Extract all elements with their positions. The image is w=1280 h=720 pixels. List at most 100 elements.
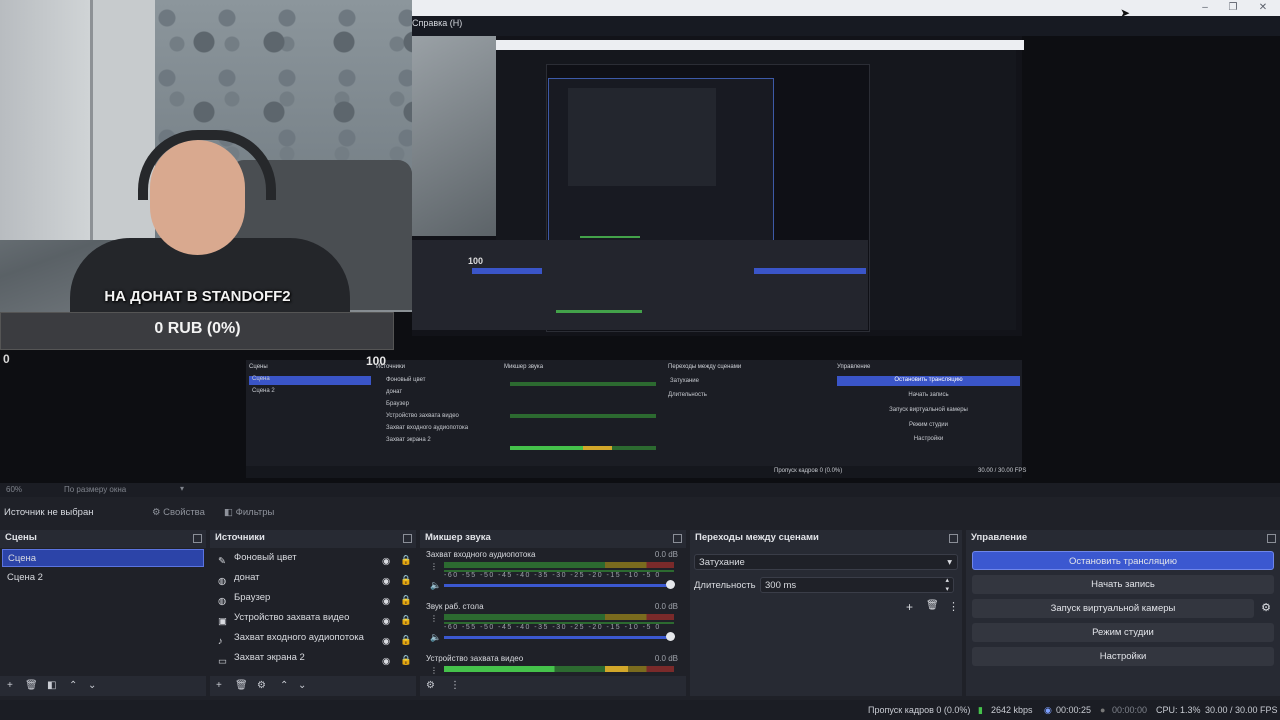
properties-button[interactable]: ⚙ Свойства bbox=[148, 505, 210, 520]
add-icon[interactable]: + bbox=[7, 680, 13, 691]
volume-slider[interactable] bbox=[444, 584, 674, 587]
scenes-toolbar: + 🗑 ◧ ⌃ ⌄ bbox=[0, 676, 206, 696]
dock-float-icon[interactable] bbox=[193, 534, 202, 543]
controls-dock: Управление Остановить трансляцию Начать … bbox=[966, 530, 1280, 696]
chevron-down-icon[interactable]: ⌄ bbox=[88, 680, 96, 691]
filters-button[interactable]: ◧ Фильтры bbox=[220, 505, 282, 520]
virtual-camera-button[interactable]: Запуск виртуальной камеры bbox=[972, 599, 1254, 618]
more-icon[interactable]: ⋮ bbox=[430, 666, 438, 675]
trash-icon[interactable]: 🗑 bbox=[926, 600, 939, 611]
record-icon: ● bbox=[1100, 705, 1106, 715]
eye-icon[interactable]: ◉ bbox=[382, 653, 391, 667]
chevron-down-icon: ▾ bbox=[947, 557, 952, 568]
nested-source-4: Устройство захвата видео bbox=[386, 413, 459, 419]
filter-icon[interactable]: ◧ bbox=[47, 680, 56, 691]
transitions-dock: Переходы между сценами Затухание ▾ Длите… bbox=[690, 530, 962, 696]
gear-icon[interactable]: ⚙ bbox=[1258, 599, 1274, 618]
volume-slider[interactable] bbox=[444, 636, 674, 639]
more-icon[interactable]: ⋮ bbox=[430, 614, 438, 623]
trash-icon[interactable]: 🗑 bbox=[235, 680, 248, 691]
channel-name: Звук раб. стола bbox=[426, 602, 484, 611]
nested-counter-small: 100 bbox=[468, 256, 484, 266]
source-row[interactable]: ✎ Фоновый цвет ◉ 🔒 bbox=[214, 549, 412, 567]
source-row[interactable]: ▣ Устройство захвата видео ◉ 🔒 bbox=[214, 609, 412, 627]
chevron-down-icon[interactable]: ▾ bbox=[180, 484, 184, 493]
add-icon[interactable]: + bbox=[906, 600, 913, 614]
dock-float-icon[interactable] bbox=[673, 534, 682, 543]
properties-label: Свойства bbox=[163, 507, 205, 518]
scene-item-scene[interactable]: Сцена bbox=[2, 549, 204, 567]
eye-icon[interactable]: ◉ bbox=[382, 633, 391, 647]
nested-titlebar bbox=[496, 40, 1024, 50]
gear-icon[interactable]: ⚙ bbox=[257, 680, 266, 691]
dock-float-icon[interactable] bbox=[403, 534, 412, 543]
nested-sources-title: Источники bbox=[376, 364, 405, 370]
lock-icon[interactable]: 🔒 bbox=[400, 632, 412, 646]
stop-stream-button[interactable]: Остановить трансляцию bbox=[972, 551, 1274, 570]
transition-select[interactable]: Затухание ▾ bbox=[694, 554, 958, 570]
eye-icon[interactable]: ◉ bbox=[382, 573, 391, 587]
volume-slider-handle[interactable] bbox=[666, 580, 675, 589]
preview-fit-mode[interactable]: По размеру окна bbox=[64, 485, 126, 494]
spinner-icon[interactable]: ▴ ▾ bbox=[945, 576, 949, 594]
dock-float-icon[interactable] bbox=[949, 534, 958, 543]
duration-label: Длительность bbox=[694, 580, 756, 591]
nested-transition-select: Затухание bbox=[670, 378, 699, 384]
chevron-down-icon[interactable]: ⌄ bbox=[298, 680, 306, 691]
source-row[interactable]: ◍ Браузер ◉ 🔒 bbox=[214, 589, 412, 607]
more-icon[interactable]: ⋮ bbox=[450, 680, 460, 691]
dock-float-icon[interactable] bbox=[1267, 534, 1276, 543]
studio-mode-button[interactable]: Режим студии bbox=[972, 623, 1274, 642]
nested-stop-stream-label: Остановить трансляцию bbox=[894, 377, 963, 383]
source-row[interactable]: ♪ Захват входного аудиопотока ◉ 🔒 bbox=[214, 629, 412, 647]
more-icon[interactable]: ⋮ bbox=[948, 600, 959, 613]
nested-preview-level4 bbox=[568, 88, 716, 186]
eye-icon[interactable]: ◉ bbox=[382, 593, 391, 607]
scene-item-scene-2[interactable]: Сцена 2 bbox=[2, 569, 204, 587]
source-row[interactable]: ▭ Захват экрана 2 ◉ 🔒 bbox=[214, 649, 412, 667]
nested-meter-2 bbox=[510, 414, 656, 418]
start-record-button[interactable]: Начать запись bbox=[972, 575, 1274, 594]
meter-scale: -60 -55 -50 -45 -40 -35 -30 -25 -20 -15 … bbox=[444, 624, 661, 631]
eye-icon[interactable]: ◉ bbox=[382, 553, 391, 567]
broadcast-icon: ◉ bbox=[1044, 705, 1052, 715]
trash-icon[interactable]: 🗑 bbox=[25, 680, 38, 691]
chevron-up-icon[interactable]: ⌃ bbox=[280, 680, 288, 691]
chevron-up-icon[interactable]: ⌃ bbox=[69, 680, 77, 691]
duration-input[interactable]: 300 ms ▴ ▾ bbox=[760, 577, 954, 593]
channel-db: 0.0 dB bbox=[654, 654, 678, 663]
add-icon[interactable]: + bbox=[216, 680, 222, 691]
scenes-title: Сцены bbox=[5, 532, 37, 543]
volume-meter bbox=[444, 666, 674, 672]
nested-webcam bbox=[412, 36, 496, 236]
captured-window-titlebar bbox=[412, 0, 1280, 16]
eye-icon[interactable]: ◉ bbox=[382, 613, 391, 627]
nested-meter-tiny bbox=[580, 236, 640, 238]
source-label: донат bbox=[234, 572, 260, 583]
status-bitrate: 2642 kbps bbox=[991, 705, 1033, 715]
minimize-icon: – bbox=[1202, 2, 1208, 13]
nested-source-3: Браузер bbox=[386, 401, 409, 407]
nested-controls-title: Управление bbox=[837, 364, 871, 370]
preview-zoom-level[interactable]: 60% bbox=[6, 485, 22, 494]
lock-icon[interactable]: 🔒 bbox=[400, 572, 412, 586]
controls-title: Управление bbox=[971, 532, 1028, 543]
lock-icon[interactable]: 🔒 bbox=[400, 652, 412, 666]
camera-icon: ▣ bbox=[218, 616, 227, 627]
source-row[interactable]: ◍ донат ◉ 🔒 bbox=[214, 569, 412, 587]
lock-icon[interactable]: 🔒 bbox=[400, 592, 412, 606]
gear-icon[interactable]: ⚙ bbox=[426, 680, 435, 691]
volume-slider-handle[interactable] bbox=[666, 632, 675, 641]
settings-button[interactable]: Настройки bbox=[972, 647, 1274, 666]
nested-source-2: донат bbox=[386, 389, 403, 395]
lock-icon[interactable]: 🔒 bbox=[400, 552, 412, 566]
transitions-title: Переходы между сценами bbox=[695, 532, 819, 543]
close-icon: ✕ bbox=[1258, 2, 1268, 13]
lock-icon[interactable]: 🔒 bbox=[400, 612, 412, 626]
more-icon[interactable]: ⋮ bbox=[430, 562, 438, 571]
nested-stream-button-small bbox=[754, 268, 866, 274]
captured-window-menubar bbox=[412, 16, 1280, 36]
duration-value: 300 ms bbox=[765, 580, 797, 591]
speaker-icon[interactable]: 🔈 bbox=[430, 580, 441, 591]
speaker-icon[interactable]: 🔈 bbox=[430, 632, 441, 643]
